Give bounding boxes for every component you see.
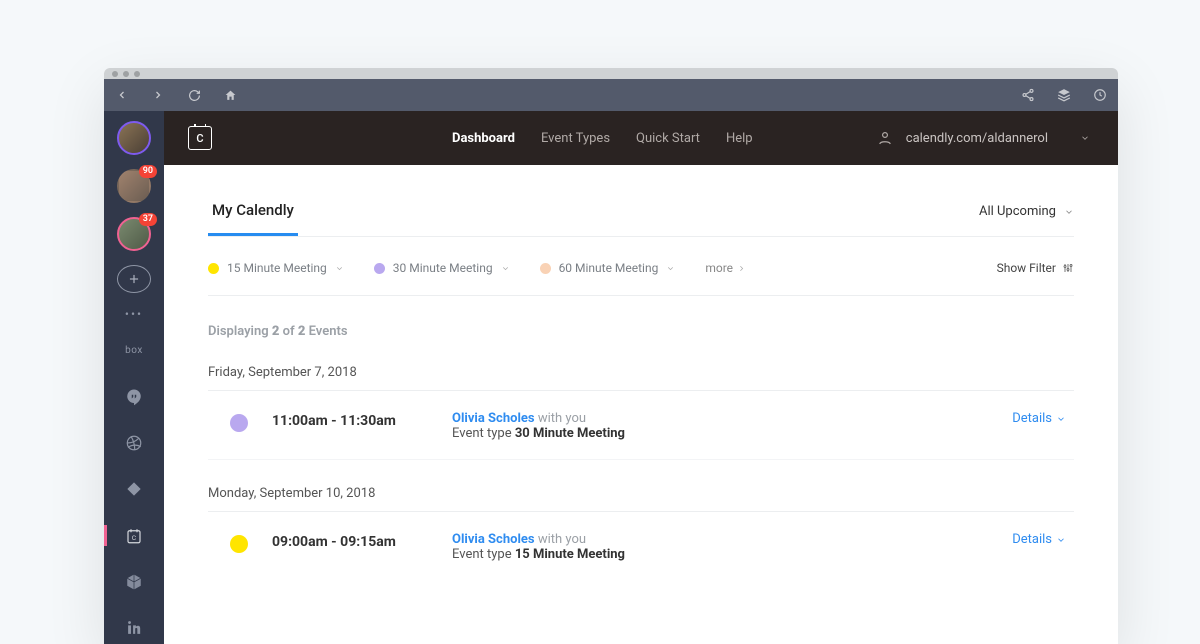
tabs-row: My Calendly All Upcoming xyxy=(208,201,1074,237)
badge-2: 37 xyxy=(139,213,157,226)
event-type: Event type 30 Minute Meeting xyxy=(452,426,1012,441)
day-label: Monday, September 10, 2018 xyxy=(208,486,1074,512)
event-type: Event type 15 Minute Meeting xyxy=(452,547,1012,562)
workspace-avatar-2[interactable]: 90 xyxy=(117,169,151,203)
chevron-down-icon xyxy=(335,264,344,273)
window-titlebar xyxy=(104,68,1118,79)
browser-toolbar xyxy=(104,79,1118,111)
user-icon xyxy=(876,129,894,147)
filter-60-label: 60 Minute Meeting xyxy=(559,261,659,275)
user-menu[interactable]: calendly.com/aldannerol xyxy=(876,129,1090,147)
tab-my-calendly[interactable]: My Calendly xyxy=(208,201,298,236)
app-hangouts-icon[interactable] xyxy=(104,381,164,413)
event-row: 11:00am - 11:30am Olivia Scholes with yo… xyxy=(208,391,1074,460)
meeting-type-filters: 15 Minute Meeting 30 Minute Meeting 60 M… xyxy=(208,237,1074,296)
show-filter-label: Show Filter xyxy=(997,261,1056,275)
app-diamond-icon[interactable] xyxy=(104,473,164,505)
event-invitee-name[interactable]: Olivia Scholes xyxy=(452,411,535,426)
nav-dashboard[interactable]: Dashboard xyxy=(452,131,515,146)
event-row: 09:00am - 09:15am Olivia Scholes with yo… xyxy=(208,512,1074,580)
peach-dot-icon xyxy=(540,263,551,274)
day-group: Monday, September 10, 2018 09:00am - 09:… xyxy=(208,486,1074,580)
workspace-avatar-3[interactable]: 37 xyxy=(117,217,151,251)
history-button[interactable] xyxy=(1082,79,1118,111)
forward-button[interactable] xyxy=(140,79,176,111)
maximize-dot[interactable] xyxy=(134,71,140,77)
show-filter-button[interactable]: Show Filter xyxy=(997,261,1074,275)
more-label: more xyxy=(705,261,733,275)
events-list: Displaying 2 of 2 Events Friday, Septemb… xyxy=(208,296,1074,580)
chevron-down-icon xyxy=(1080,133,1090,143)
workspace-avatar-1[interactable] xyxy=(117,121,151,155)
event-with-label: with you xyxy=(538,532,586,547)
event-details-button[interactable]: Details xyxy=(1012,532,1066,547)
app-cube-icon[interactable] xyxy=(104,566,164,598)
layers-button[interactable] xyxy=(1046,79,1082,111)
minimize-dot[interactable] xyxy=(123,71,129,77)
event-details-button[interactable]: Details xyxy=(1012,411,1066,426)
app-box-icon[interactable]: box xyxy=(104,335,164,367)
chevron-down-icon xyxy=(666,264,675,273)
filter-more[interactable]: more xyxy=(705,261,746,275)
displaying-summary: Displaying 2 of 2 Events xyxy=(208,324,1074,339)
chevron-down-icon xyxy=(501,264,510,273)
purple-dot-icon xyxy=(374,263,385,274)
upcoming-label: All Upcoming xyxy=(979,204,1056,219)
nav-quick-start[interactable]: Quick Start xyxy=(636,131,700,146)
main-nav: Dashboard Event Types Quick Start Help xyxy=(452,131,753,146)
filter-30-minute[interactable]: 30 Minute Meeting xyxy=(374,261,510,275)
chevron-down-icon xyxy=(1064,207,1074,217)
yellow-dot-icon xyxy=(208,263,219,274)
app-window: 90 37 ••• box C xyxy=(104,68,1118,644)
event-color-dot xyxy=(230,414,248,432)
day-group: Friday, September 7, 2018 11:00am - 11:3… xyxy=(208,365,1074,460)
svg-text:C: C xyxy=(132,533,137,541)
reload-button[interactable] xyxy=(176,79,212,111)
close-dot[interactable] xyxy=(112,71,118,77)
page-content: My Calendly All Upcoming 15 Minute Meeti… xyxy=(164,165,1118,580)
app-dribbble-icon[interactable] xyxy=(104,427,164,459)
chevron-down-icon xyxy=(1056,535,1066,545)
back-button[interactable] xyxy=(104,79,140,111)
share-button[interactable] xyxy=(1010,79,1046,111)
upcoming-dropdown[interactable]: All Upcoming xyxy=(979,204,1074,233)
filter-60-minute[interactable]: 60 Minute Meeting xyxy=(540,261,676,275)
calendly-logo-icon[interactable]: C xyxy=(188,126,212,150)
filter-30-label: 30 Minute Meeting xyxy=(393,261,493,275)
filter-15-minute[interactable]: 15 Minute Meeting xyxy=(208,261,344,275)
rail-separator: ••• xyxy=(125,307,143,321)
event-time: 11:00am - 11:30am xyxy=(272,411,452,429)
filter-15-label: 15 Minute Meeting xyxy=(227,261,327,275)
app-calendar-icon[interactable]: C xyxy=(104,519,164,551)
sliders-icon xyxy=(1062,262,1074,274)
event-with-label: with you xyxy=(538,411,586,426)
event-color-dot xyxy=(230,535,248,553)
app-header: C Dashboard Event Types Quick Start Help… xyxy=(164,111,1118,165)
event-time: 09:00am - 09:15am xyxy=(272,532,452,550)
chevron-down-icon xyxy=(1056,414,1066,424)
day-label: Friday, September 7, 2018 xyxy=(208,365,1074,391)
user-url: calendly.com/aldannerol xyxy=(906,131,1048,146)
app-linkedin-icon[interactable] xyxy=(104,612,164,644)
badge-1: 90 xyxy=(139,165,157,178)
chevron-right-icon xyxy=(737,264,746,273)
event-invitee-name[interactable]: Olivia Scholes xyxy=(452,532,535,547)
nav-event-types[interactable]: Event Types xyxy=(541,131,610,146)
nav-help[interactable]: Help xyxy=(726,131,753,146)
left-rail: 90 37 ••• box C xyxy=(104,111,164,644)
home-button[interactable] xyxy=(212,79,248,111)
add-workspace-button[interactable] xyxy=(117,265,151,293)
